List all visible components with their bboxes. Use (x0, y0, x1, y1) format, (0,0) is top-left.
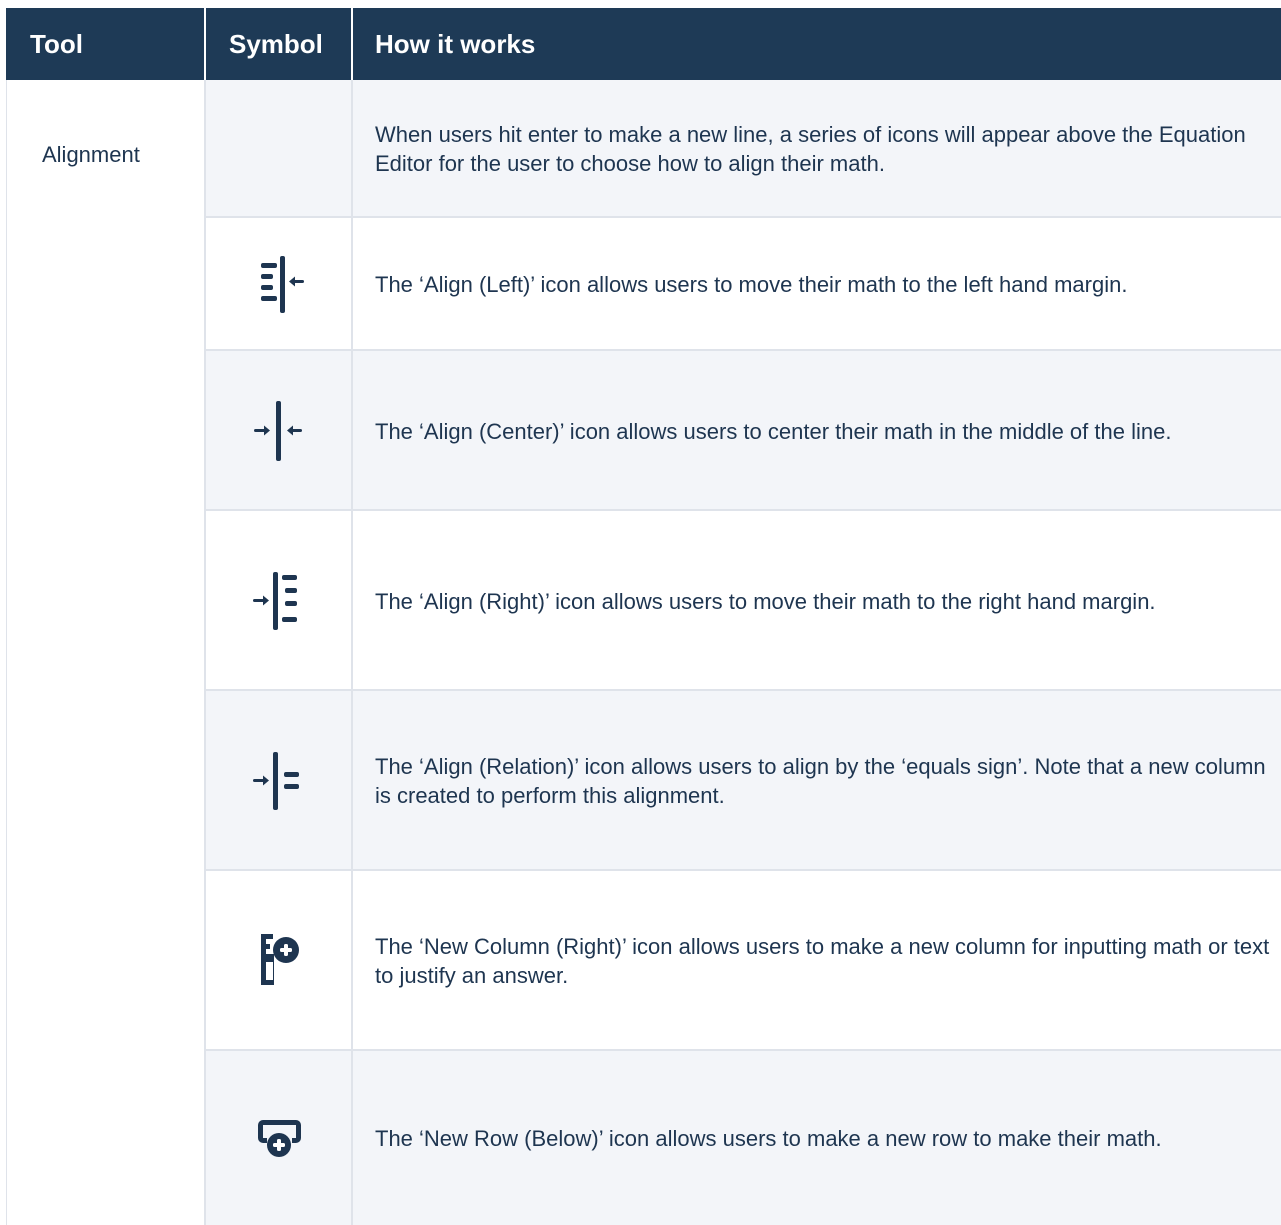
header-symbol: Symbol (229, 28, 323, 59)
header-divider (351, 8, 353, 80)
header-how-it-works: How it works (375, 28, 536, 59)
table-row: The ‘New Row (Below)’ icon allows users … (204, 1051, 1281, 1225)
row-description: The ‘Align (Right)’ icon allows users to… (375, 588, 1156, 614)
row-description: The ‘Align (Relation)’ icon allows users… (375, 754, 1266, 808)
align-left-icon (260, 255, 304, 313)
align-right-icon (252, 572, 297, 630)
row-description: When users hit enter to make a new line,… (375, 122, 1246, 176)
header-tool: Tool (30, 28, 83, 59)
table-row: The ‘Align (Relation)’ icon allows users… (204, 691, 1281, 871)
table-row: The ‘Align (Center)’ icon allows users t… (204, 351, 1281, 511)
row-description: The ‘Align (Left)’ icon allows users to … (375, 272, 1128, 297)
tool-column: Alignment (6, 80, 204, 1225)
new-row-below-icon (257, 1120, 301, 1157)
new-column-right-icon (260, 934, 299, 985)
tool-name: Alignment (42, 142, 140, 167)
table-row: The ‘New Column (Right)’ icon allows use… (204, 871, 1281, 1051)
align-center-icon (253, 401, 302, 461)
table-row: The ‘Align (Right)’ icon allows users to… (204, 511, 1281, 691)
row-description: The ‘New Row (Below)’ icon allows users … (375, 1125, 1162, 1151)
align-relation-icon (252, 752, 299, 810)
row-description: The ‘New Column (Right)’ icon allows use… (375, 934, 1270, 988)
header-divider (204, 8, 206, 80)
row-description: The ‘Align (Center)’ icon allows users t… (375, 418, 1172, 444)
symbol-cell-empty (206, 80, 351, 218)
table-row: When users hit enter to make a new line,… (204, 80, 1281, 218)
table-header: Tool Symbol How it works (6, 8, 1281, 80)
alignment-tools-table: Tool Symbol How it works Alignment When … (6, 8, 1281, 1225)
table-row: The ‘Align (Left)’ icon allows users to … (204, 218, 1281, 351)
